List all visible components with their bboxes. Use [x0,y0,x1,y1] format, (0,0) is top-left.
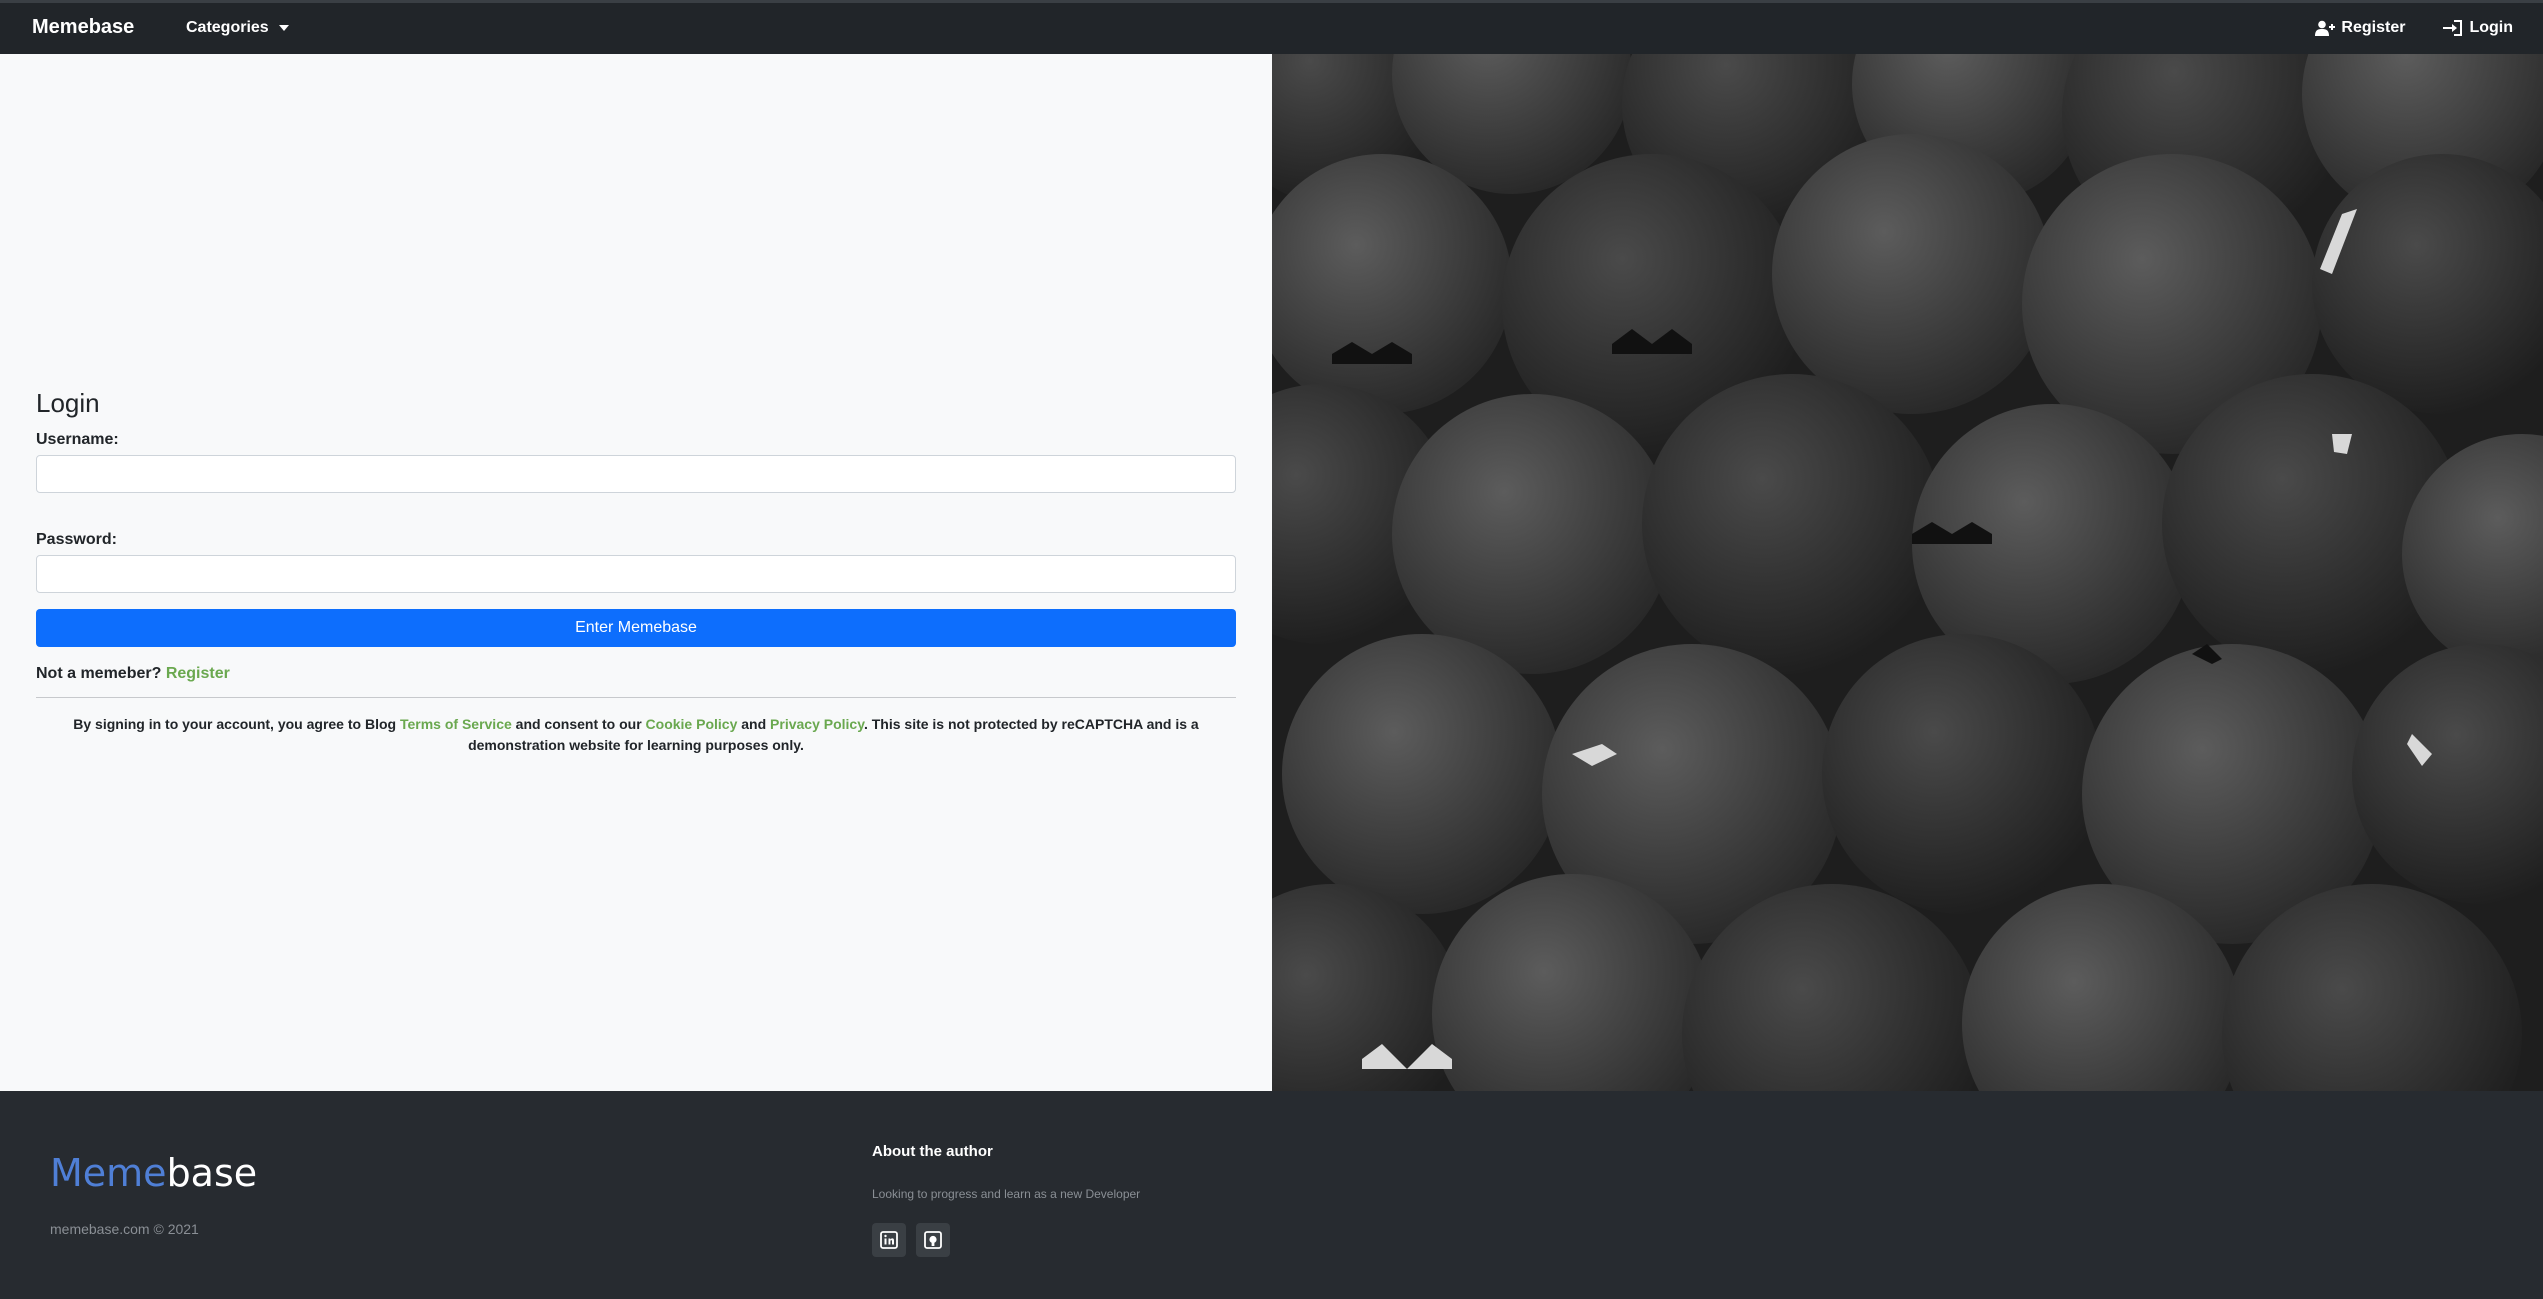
terms-prefix: By signing in to your account, you agree… [73,716,400,732]
login-nav-link[interactable]: Login [2443,19,2513,37]
github-icon [924,1231,942,1249]
about-author-text: Looking to progress and learn as a new D… [872,1187,1141,1201]
hero-image [1272,54,2543,1091]
terms-mid2: and [737,716,771,732]
enter-memebase-button[interactable]: Enter Memebase [36,609,1236,647]
login-panel: Login Username: Password: Enter Memebase… [0,54,1272,1091]
cookie-policy-link[interactable]: Cookie Policy [646,716,738,732]
linkedin-link[interactable] [872,1223,906,1257]
footer-copyright: memebase.com © 2021 [50,1221,199,1237]
categories-label: Categories [186,19,269,36]
username-input[interactable] [36,455,1236,493]
navbar-brand[interactable]: Memebase [32,16,134,39]
linkedin-icon [880,1231,898,1249]
dark-mascot-pattern [1272,54,2543,1091]
login-nav-label: Login [2469,19,2513,36]
footer-logo-meme: Meme [50,1151,167,1195]
chevron-down-icon [278,25,289,31]
not-member-row: Not a memeber? Register [36,665,1236,683]
terms-notice: By signing in to your account, you agree… [36,714,1236,756]
terms-mid1: and consent to our [511,716,646,732]
user-plus-icon [2315,20,2336,36]
terms-of-service-link[interactable]: Terms of Service [400,716,512,732]
register-nav-label: Register [2341,19,2406,36]
login-title: Login [36,388,100,418]
register-nav-link[interactable]: Register [2315,19,2405,37]
page-footer: Memebase memebase.com © 2021 About the a… [0,1091,2543,1299]
about-author-title: About the author [872,1143,993,1160]
register-link[interactable]: Register [166,665,230,682]
password-input[interactable] [36,555,1236,593]
navbar-right: Register Login [2315,19,2513,37]
categories-dropdown[interactable]: Categories [186,19,289,37]
sign-in-icon [2443,20,2463,36]
username-label: Username: [36,431,119,448]
password-label: Password: [36,531,117,548]
footer-logo-base: base [166,1151,258,1195]
login-form: Login Username: Password: Enter Memebase… [36,388,1236,756]
footer-logo[interactable]: Memebase [50,1151,257,1195]
top-navbar: Memebase Categories Register Login [0,0,2543,54]
github-link[interactable] [916,1223,950,1257]
not-member-text: Not a memeber? [36,665,162,682]
social-icons [872,1223,950,1257]
divider [36,697,1236,698]
privacy-policy-link[interactable]: Privacy Policy [770,716,864,732]
